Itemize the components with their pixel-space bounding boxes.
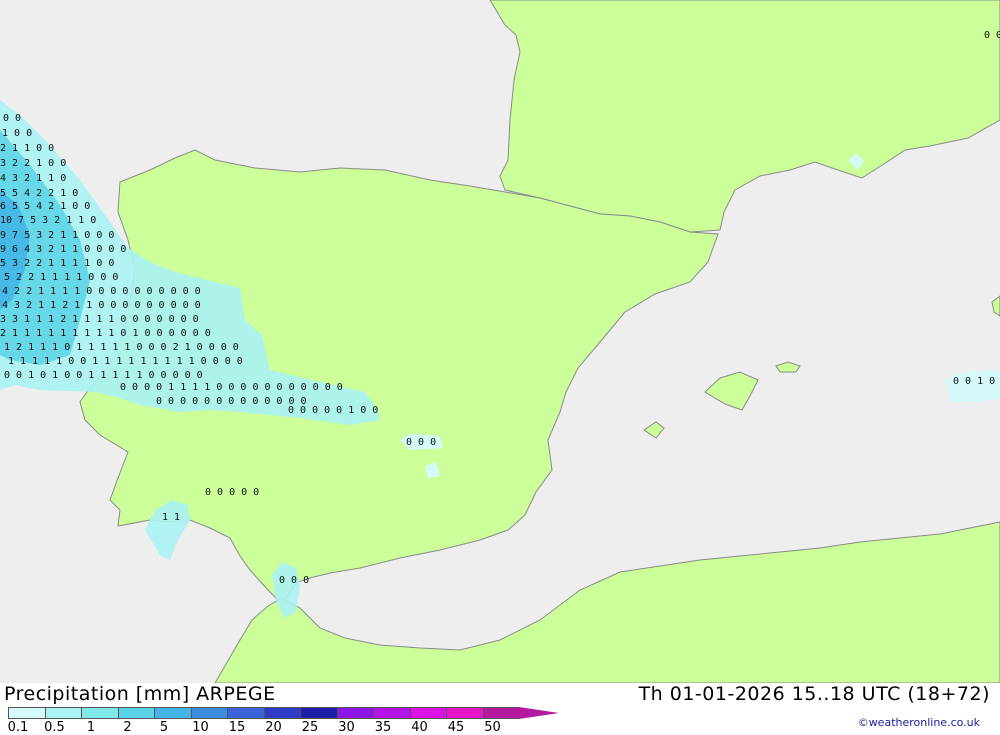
precip-label: 1 2 1 1 1 0 1 1 1 1 1 0 0 0 2 1 0 0 0 0: [4, 342, 239, 353]
legend-swatch: [81, 707, 119, 719]
precip-label: 9 7 5 3 2 1 1 0 0 0: [0, 230, 114, 241]
precip-label: 5 2 2 1 1 1 1 0 0 0: [4, 272, 118, 283]
precip-label: 3 3 1 1 1 2 1 1 1 1 0 0 0 0 0 0 0: [0, 314, 199, 325]
credit-link[interactable]: ©weatheronline.co.uk: [858, 716, 980, 729]
precip-label: 0 0: [3, 113, 21, 124]
legend-swatch: [227, 707, 265, 719]
precip-label: 4 3 2 1 1 0: [0, 173, 66, 184]
legend-swatch: [154, 707, 192, 719]
precip-label: 2 1 1 1 1 1 1 1 1 1 0 1 0 0 0 0 0 0: [0, 328, 211, 339]
precip-label: 5 3 2 2 1 1 1 1 0 0: [0, 258, 114, 269]
precip-label: 9 6 4 3 2 1 1 0 0 0 0: [0, 244, 126, 255]
precip-label: 1 1 1 1 1 0 0 1 1 1 1 1 1 1 1 1 0 0 0 0: [8, 356, 243, 367]
precip-label: 6 5 5 4 2 1 0 0: [0, 201, 90, 212]
map-title: Precipitation [mm] ARPEGE: [4, 683, 276, 705]
legend-swatch: [8, 707, 46, 719]
precip-label: 4 2 2 1 1 1 1 0 0 0 0 0 0 0 0 0 0: [2, 286, 201, 297]
valid-time: Th 01-01-2026 15..18 UTC (18+72): [638, 683, 990, 705]
legend-swatch: [482, 707, 520, 719]
precip-label: 0 0 1 0 1 0 0 1 1 1 1 1 0 0 0 0 0: [4, 370, 203, 381]
legend-swatch: [263, 707, 301, 719]
precip-label: 0 0 0 0 1 1 1 1 0 0 0 0 0 0 0 0 0 0 0: [120, 382, 343, 393]
precip-label: 10 7 5 3 2 1 1 0: [0, 215, 96, 226]
precip-label: 2 1 1 0 0: [0, 143, 54, 154]
precip-label: 0 0 0 0 0 0 0 0 0 0 0 0 0: [156, 396, 307, 407]
legend-swatch: [190, 707, 228, 719]
precip-label: 5 5 4 2 2 1 0: [0, 188, 78, 199]
precip-label: 1 1: [162, 512, 180, 523]
precip-label: 0 0 0: [406, 437, 436, 448]
legend-arrow: [519, 707, 559, 719]
legend-swatch: [117, 707, 155, 719]
precip-label: 0 0: [984, 30, 1000, 41]
legend-swatch: [409, 707, 447, 719]
precip-label: 0 0 0 0 0 1 0 0: [288, 405, 378, 416]
legend-swatch: [373, 707, 411, 719]
precip-label: 0 0 0: [279, 575, 309, 586]
precip-label: 0 0 0 0 0: [205, 487, 259, 498]
precip-label: 3 2 2 1 0 0: [0, 158, 66, 169]
precip-label: 0 0 1 0: [953, 376, 995, 387]
precip-label: 4 3 2 1 1 2 1 1 0 0 0 0 0 0 0 0 0: [2, 300, 201, 311]
legend-swatch: [44, 707, 82, 719]
precipitation-map: 0 0 1 0 0 2 1 1 0 0 3 2 2 1 0 0 4 3 2 1 1 0 5…: [0, 0, 1000, 683]
precip-label: 1 0 0: [2, 128, 32, 139]
legend-swatch: [300, 707, 338, 719]
legend-swatch: [446, 707, 484, 719]
legend-swatch: [336, 707, 374, 719]
